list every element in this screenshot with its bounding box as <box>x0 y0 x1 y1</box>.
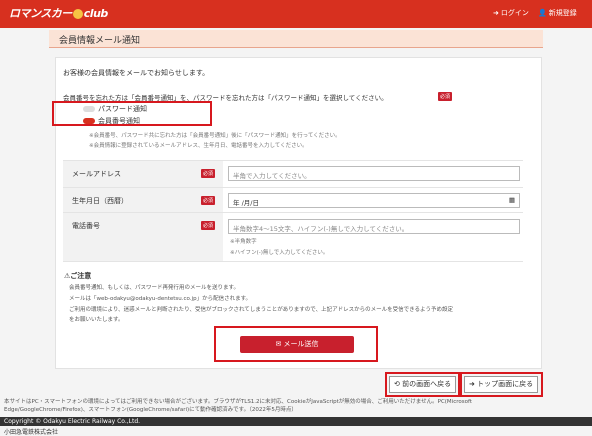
user-plus-icon: 👤 <box>538 9 547 17</box>
email-input[interactable]: 半角で入力してください。 <box>228 166 520 181</box>
login-arrow-icon: ➜ <box>493 9 499 17</box>
caution-title: ご注意 <box>70 272 92 280</box>
intro-text: お客様の会員情報をメールでお知らせします。 <box>63 69 210 77</box>
caution-heading: ⚠ご注意 <box>64 271 91 281</box>
email-label: メールアドレス <box>72 170 121 178</box>
divider <box>63 261 523 262</box>
phone-input[interactable]: 半角数字4～15文字、ハイフン(-)無しで入力してください。 <box>228 219 520 234</box>
divider <box>63 160 523 161</box>
footer-note-2: Edge/GoogleChrome/Firefox)、スマートフォン(Googl… <box>4 407 297 413</box>
calendar-icon[interactable]: ▦ <box>509 196 515 204</box>
back-label: 前の画面へ戻る <box>402 380 452 388</box>
send-mail-label: メール送信 <box>283 340 319 348</box>
register-link[interactable]: 👤 新規登録 <box>538 8 577 18</box>
radio-member-number-label: 会員番号通知 <box>98 117 140 125</box>
arrow-right-icon: ➜ <box>469 380 478 388</box>
phone-hint-1: ※半角数字 <box>230 239 257 245</box>
birth-label: 生年月日（西暦） <box>72 197 128 205</box>
required-badge: 必須 <box>201 196 216 205</box>
register-label: 新規登録 <box>548 9 577 17</box>
back-button[interactable]: ⟲ 前の画面へ戻る <box>389 376 457 393</box>
caution-line-4: をお願いいたします。 <box>69 317 124 323</box>
phone-hint-2: ※ハイフン(-)無しで入力してください。 <box>230 250 329 256</box>
logo-dot-icon <box>72 9 83 19</box>
top-page-label: トップ画面に戻る <box>477 380 534 388</box>
login-label: ログイン <box>500 9 529 17</box>
footer-note: 本サイトはPC・スマートフォンの環境によってはご利用できない場合がございます。ブ… <box>4 398 589 414</box>
top-page-button[interactable]: ➜ トップ画面に戻る <box>464 376 539 393</box>
radio-password[interactable] <box>83 106 95 112</box>
caution-line-2: メールは「web-odakyu@odakyu-dentetsu.co.jp」から… <box>69 296 252 302</box>
required-badge: 必須 <box>201 221 216 230</box>
page-title-bar: 会員情報メール通知 <box>49 30 543 48</box>
radio-password-label: パスワード通知 <box>98 105 147 113</box>
footer-note-1: 本サイトはPC・スマートフォンの環境によってはご利用できない場合がございます。ブ… <box>4 399 472 405</box>
back-arrow-icon: ⟲ <box>394 380 403 388</box>
divider <box>63 187 523 188</box>
required-badge: 必須 <box>438 92 453 101</box>
note-2: ※会員情報に登録されているメールアドレス、生年月日、電話番号を入力してください。 <box>89 143 308 149</box>
required-badge: 必須 <box>201 169 216 178</box>
page-title: 会員情報メール通知 <box>59 36 141 46</box>
note-1: ※会員番号、パスワード共に忘れた方は「会員番号通知」後に「パスワード通知」を行っ… <box>89 133 341 139</box>
phone-label: 電話番号 <box>72 222 100 230</box>
caution-line-3: ご利用の環境により、迷惑メールと判断されたり、受信がブロックされてしまうことがあ… <box>69 307 453 313</box>
radio-member-number[interactable] <box>83 118 95 124</box>
send-mail-button[interactable]: ✉ メール送信 <box>240 336 354 353</box>
copyright-bar: Copyright © Odakyu Electric Railway Co.,… <box>0 417 592 426</box>
company-name: 小田急電鉄株式会社 <box>4 429 59 436</box>
divider <box>63 212 523 213</box>
birth-date-placeholder: 年 /月/日 <box>233 199 259 207</box>
login-link[interactable]: ➜ ログイン <box>493 8 529 18</box>
site-logo[interactable]: ロマンスカー club <box>9 5 108 21</box>
caution-line-1: 会員番号通知、もしくは、パスワード再発行用のメールを送ります。 <box>69 285 239 291</box>
birth-date-input[interactable]: 年 /月/日 ▦ <box>228 193 520 208</box>
header-bar: ロマンスカー club ➜ ログイン 👤 新規登録 <box>0 0 592 28</box>
envelope-icon: ✉ <box>275 340 284 348</box>
